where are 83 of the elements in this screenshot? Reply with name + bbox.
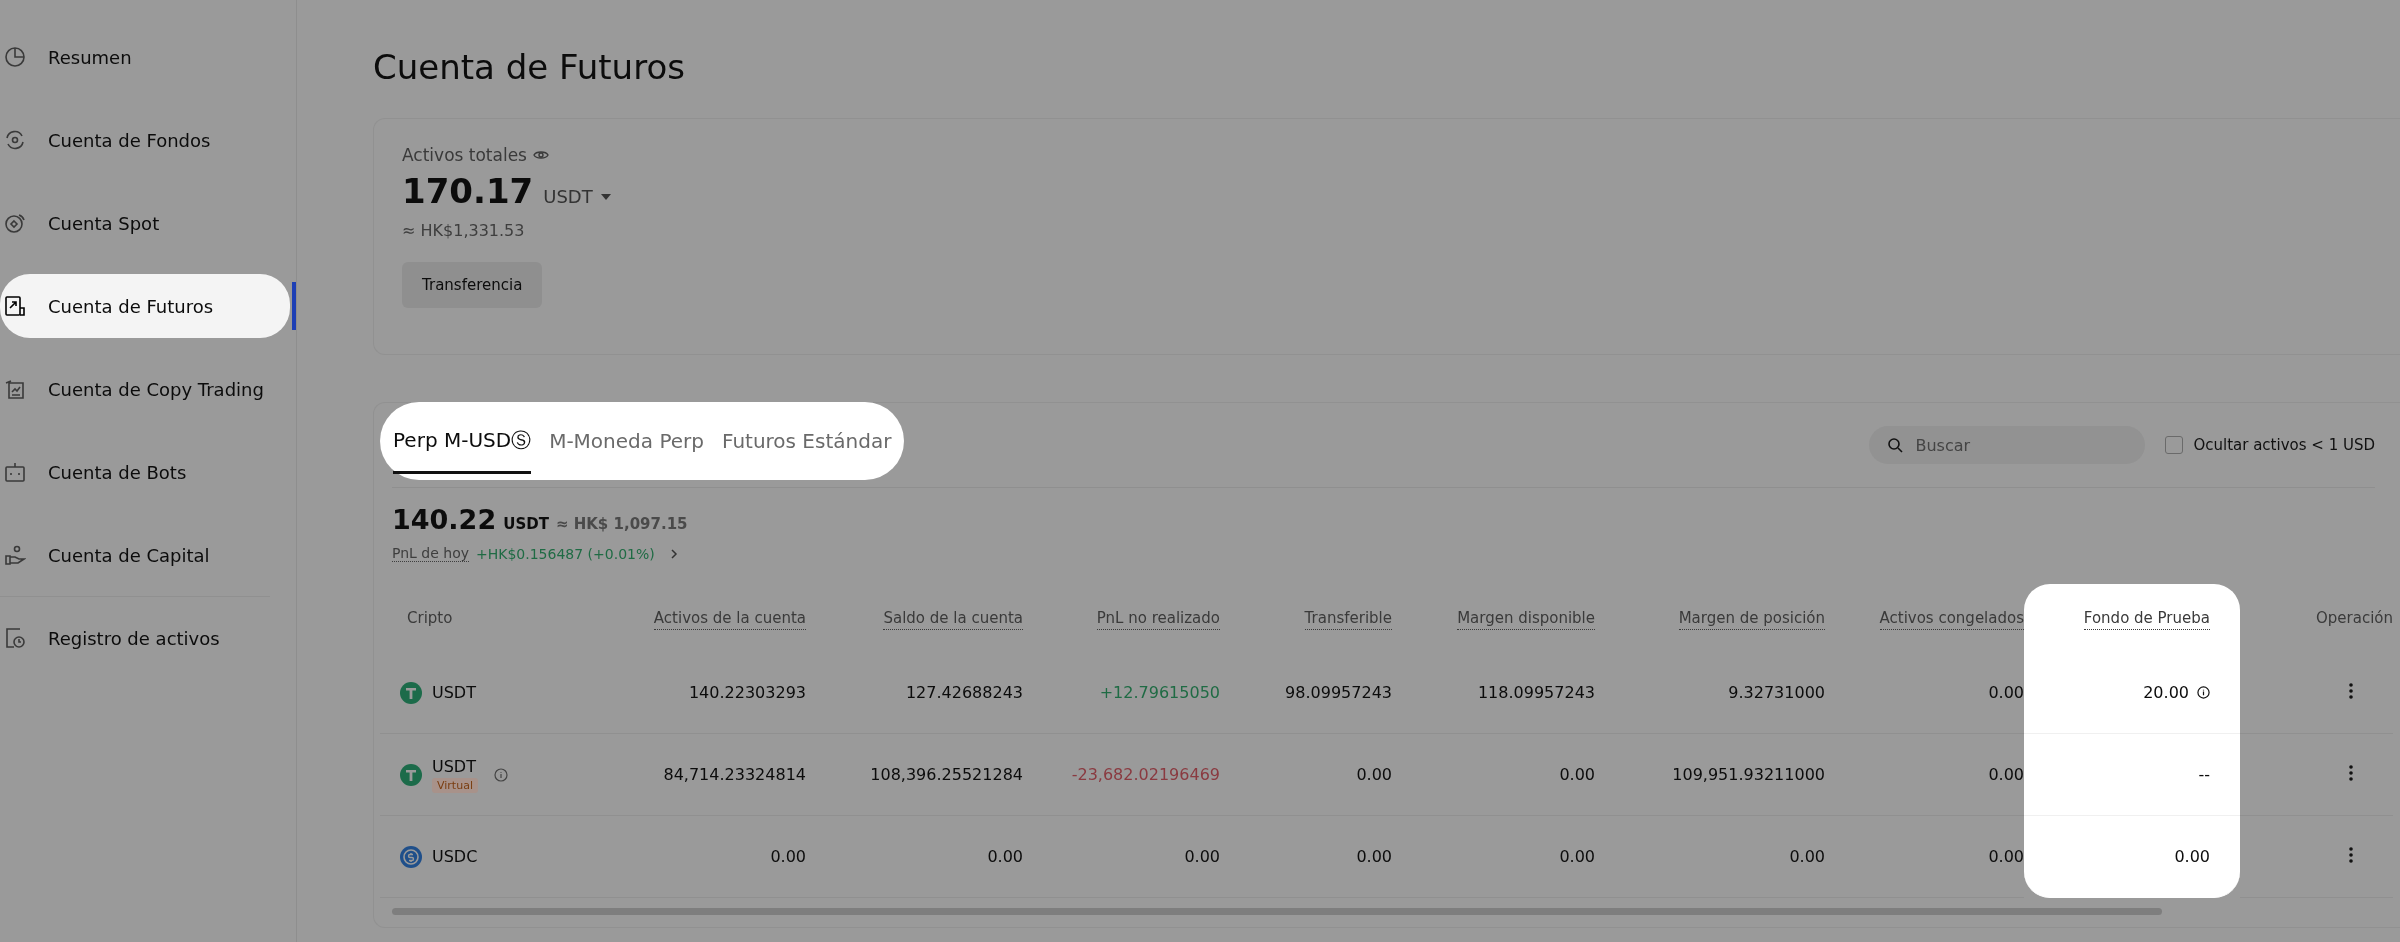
sidebar-item[interactable]: Resumen <box>0 32 290 82</box>
sidebar-item[interactable]: Cuenta de Bots <box>0 447 290 497</box>
table-cell: -23,682.02196469 <box>1071 765 1220 784</box>
usdc-coin-icon <box>400 845 422 868</box>
more-icon[interactable] <box>2349 682 2353 699</box>
column-header: Cripto <box>407 609 453 627</box>
info-icon[interactable] <box>2197 686 2210 699</box>
pnl-value: +HK$0.156487 (+0.01%) <box>476 545 655 562</box>
table-cell: 108,396.25521284 <box>870 765 1023 784</box>
table-cell: 0.00 <box>1988 683 2024 702</box>
currency-dropdown[interactable]: USDT <box>543 186 611 207</box>
sidebar-item[interactable]: Cuenta de Copy Trading <box>0 364 290 414</box>
column-header: Margen de posición <box>1678 609 1825 630</box>
virtual-tag: Virtual <box>432 777 478 793</box>
pnl-label: PnL de hoy <box>392 545 469 562</box>
table-cell: 98.09957243 <box>1285 683 1392 702</box>
table-cell: 0.00 <box>2174 847 2210 866</box>
table-cell: 20.00 <box>2143 683 2189 702</box>
scrollbar[interactable] <box>392 908 2162 915</box>
table-cell: 0.00 <box>1356 847 1392 866</box>
coin-name: USDT <box>432 756 476 776</box>
page-title: Cuenta de Futuros <box>373 46 686 89</box>
balance-currency: USDT <box>503 515 549 533</box>
table-cell: -- <box>2198 765 2210 784</box>
more-icon[interactable] <box>2349 846 2353 863</box>
table-cell: 0.00 <box>1184 847 1220 866</box>
table-cell: 84,714.23324814 <box>663 765 806 784</box>
chart-document-icon <box>4 295 26 317</box>
more-icon[interactable] <box>2349 764 2353 781</box>
hand-icon <box>4 544 26 566</box>
target-icon <box>4 212 26 234</box>
total-assets-label: Activos totales <box>402 145 527 165</box>
column-header: Fondo de Prueba <box>2083 609 2210 630</box>
balance-amount: 140.22 <box>392 504 497 535</box>
table-cell: 0.00 <box>987 847 1023 866</box>
table-cell: 0.00 <box>1559 765 1595 784</box>
table-cell: 0.00 <box>1559 847 1595 866</box>
table-cell: 0.00 <box>770 847 806 866</box>
transfer-button[interactable]: Transferencia <box>402 262 543 308</box>
column-header: Transferible <box>1304 609 1392 630</box>
robot-icon <box>4 461 26 483</box>
table-cell: 9.32731000 <box>1728 683 1825 702</box>
sidebar-item[interactable]: Registro de activos <box>0 613 290 663</box>
table-cell: 118.09957243 <box>1477 683 1595 702</box>
sidebar-item[interactable]: Cuenta de Capital <box>0 530 290 580</box>
table-cell: 109,951.93211000 <box>1672 765 1825 784</box>
sidebar-item[interactable]: Cuenta de Futuros <box>0 274 290 338</box>
column-header: Saldo de la cuenta <box>883 609 1023 630</box>
coin-name: USDT <box>432 683 476 702</box>
total-amount: 170.17 <box>402 171 534 211</box>
cards-icon <box>4 378 26 400</box>
table-cell: 140.22303293 <box>688 683 806 702</box>
tether-coin-icon <box>400 763 422 786</box>
sidebar-item[interactable]: Cuenta Spot <box>0 198 290 248</box>
sidebar-item[interactable]: Cuenta de Fondos <box>0 115 290 165</box>
tab[interactable]: Futuros Estándar <box>721 402 892 474</box>
tab[interactable]: M-Moneda Perp <box>549 402 704 474</box>
balance-fiat: ≈ HK$ 1,097.15 <box>555 515 688 533</box>
column-header: Operación <box>2316 609 2393 627</box>
table-cell: 0.00 <box>1356 765 1392 784</box>
pie-chart-icon <box>4 46 26 68</box>
active-indicator <box>292 282 296 330</box>
tab[interactable]: Perp M-USDⓈ <box>393 402 532 474</box>
table-cell: 0.00 <box>1988 765 2024 784</box>
coin-name: USDC <box>432 847 478 866</box>
cycle-icon <box>4 129 26 151</box>
table-cell: +12.79615050 <box>1099 683 1220 702</box>
fiat-value: ≈ HK$1,331.53 <box>402 221 526 240</box>
clock-document-icon <box>4 627 26 649</box>
table-cell: 127.42688243 <box>905 683 1023 702</box>
column-header: PnL no realizado <box>1096 609 1220 630</box>
column-header: Margen disponible <box>1457 609 1595 630</box>
checkbox-label[interactable]: Ocultar activos < 1 USD <box>2193 436 2375 454</box>
table-cell: 0.00 <box>1789 847 1825 866</box>
chevron-icon[interactable] <box>669 547 678 560</box>
eye-icon[interactable] <box>533 149 549 161</box>
table-cell: 0.00 <box>1988 847 2024 866</box>
tether-coin-icon <box>400 681 422 704</box>
column-header: Activos de la cuenta <box>653 609 806 630</box>
checkbox[interactable] <box>2165 436 2184 454</box>
caret-icon <box>600 193 611 200</box>
search-icon <box>1887 437 1904 453</box>
search-field[interactable]: Buscar <box>1869 426 2146 464</box>
